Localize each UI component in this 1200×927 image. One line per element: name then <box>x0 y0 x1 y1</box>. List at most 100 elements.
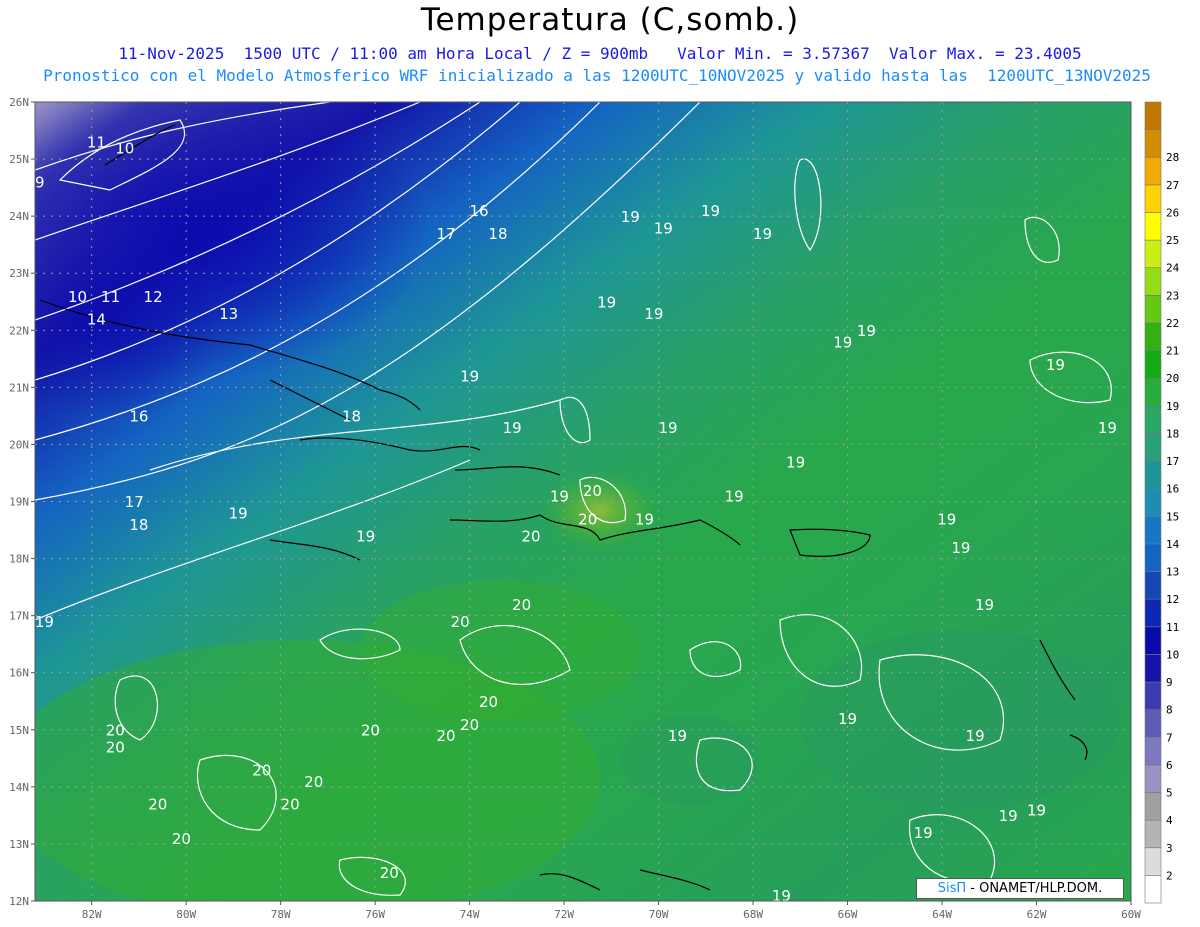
latitude-label: 15N <box>9 724 29 737</box>
color-scale-swatch <box>1144 488 1162 517</box>
color-scale-swatch <box>1144 792 1162 821</box>
color-scale-swatch <box>1144 736 1162 766</box>
color-scale-label: 21 <box>1166 345 1179 358</box>
longitude-label: 68W <box>743 908 763 921</box>
latitude-label: 16N <box>9 667 29 680</box>
isotherm-label: 19 <box>975 596 994 614</box>
isotherm-label: 12 <box>144 288 163 306</box>
color-scale-swatch <box>1144 405 1162 434</box>
longitude-label: 78W <box>271 908 291 921</box>
color-scale-swatch <box>1144 709 1162 738</box>
color-scale-label: 5 <box>1166 787 1173 800</box>
color-scale-label: 26 <box>1166 206 1179 219</box>
isotherm-label: 20 <box>252 761 271 779</box>
color-scale-swatch <box>1144 571 1162 600</box>
color-scale-label: 14 <box>1166 538 1180 551</box>
color-scale-swatch <box>1144 433 1162 462</box>
color-scale-swatch <box>1144 377 1162 407</box>
color-scale-swatch <box>1144 516 1162 545</box>
isotherm-label: 20 <box>578 510 597 528</box>
color-scale-swatch <box>1144 847 1162 876</box>
isotherm-label: 20 <box>479 693 498 711</box>
longitude-label: 64W <box>932 908 952 921</box>
isotherm-label: 20 <box>521 527 540 545</box>
isotherm-label: 19 <box>838 710 857 728</box>
color-scale-swatch <box>1144 101 1162 130</box>
color-scale-label: 12 <box>1166 593 1179 606</box>
isotherm-label: 19 <box>999 807 1018 825</box>
color-scale-label: 17 <box>1166 455 1179 468</box>
isotherm-label: 19 <box>833 333 852 351</box>
latitude-label: 14N <box>9 781 29 794</box>
isotherm-label: 19 <box>914 824 933 842</box>
isotherm-label: 19 <box>1098 419 1117 437</box>
isotherm-label: 20 <box>361 721 380 739</box>
color-scale-label: 7 <box>1166 731 1173 744</box>
longitude-label: 72W <box>554 908 574 921</box>
isotherm-label: 19 <box>725 488 744 506</box>
latitude-label: 13N <box>9 838 29 851</box>
isotherm-label: 19 <box>460 368 479 386</box>
isotherm-label: 18 <box>488 225 507 243</box>
isotherm-label: 20 <box>172 830 191 848</box>
latitude-label: 25N <box>9 153 29 166</box>
isotherm-label: 19 <box>35 613 54 631</box>
color-scale-label: 6 <box>1166 759 1173 772</box>
color-scale-label: 24 <box>1166 262 1180 275</box>
isotherm-label: 10 <box>115 139 134 157</box>
isotherm-label: 9 <box>35 174 45 192</box>
isotherm-label: 19 <box>635 510 654 528</box>
isotherm-label: 19 <box>550 488 569 506</box>
isotherm-label: 13 <box>219 305 238 323</box>
isotherm-label: 19 <box>951 539 970 557</box>
sispi-logo-text: SisΠ <box>937 881 967 896</box>
isotherm-label: 19 <box>772 887 791 905</box>
color-scale-label: 8 <box>1166 704 1173 717</box>
isotherm-label: 19 <box>654 219 673 237</box>
isotherm-label: 20 <box>106 739 125 757</box>
color-scale-swatch <box>1144 681 1162 710</box>
isotherm-label: 19 <box>597 293 616 311</box>
color-scale-swatch <box>1144 212 1162 241</box>
color-scale-swatch <box>1144 654 1162 683</box>
isotherm-label: 20 <box>512 596 531 614</box>
isotherm-label: 19 <box>857 322 876 340</box>
isotherm-label: 20 <box>148 796 167 814</box>
color-scale-label: 19 <box>1166 400 1179 413</box>
isotherm-label: 19 <box>229 505 248 523</box>
temperature-map: 9 10 11 10 11 12 13 14 16 16 17 18 18 17 18 19 19 19 19 19 1… <box>9 96 1180 921</box>
longitude-label: 62W <box>1027 908 1047 921</box>
isotherm-label: 19 <box>644 305 663 323</box>
color-scale-swatch <box>1144 184 1162 213</box>
isotherm-label: 19 <box>658 419 677 437</box>
latitude-label: 12N <box>9 895 29 908</box>
color-scale-label: 16 <box>1166 483 1179 496</box>
longitude-label: 60W <box>1121 908 1141 921</box>
color-scale-label: 2 <box>1166 869 1173 882</box>
color-scale-swatch <box>1144 626 1162 655</box>
longitude-label: 66W <box>838 908 858 921</box>
latitude-label: 18N <box>9 553 29 566</box>
color-scale-label: 23 <box>1166 289 1179 302</box>
longitude-label: 70W <box>649 908 669 921</box>
isotherm-label: 19 <box>966 727 985 745</box>
color-scale-swatch <box>1144 875 1162 904</box>
color-scale-label: 28 <box>1166 151 1179 164</box>
isotherm-label: 17 <box>125 493 144 511</box>
color-scale-swatch <box>1144 129 1162 158</box>
isotherm-label: 19 <box>701 202 720 220</box>
isotherm-label: 19 <box>786 453 805 471</box>
color-scale-label: 22 <box>1166 317 1179 330</box>
isotherm-label: 20 <box>460 716 479 734</box>
color-scale-label: 10 <box>1166 648 1179 661</box>
latitude-label: 26N <box>9 96 29 109</box>
color-scale-swatch <box>1144 322 1162 351</box>
isotherm-label: 20 <box>451 613 470 631</box>
isotherm-label: 18 <box>129 516 148 534</box>
isotherm-label: 19 <box>1027 801 1046 819</box>
isotherm-label: 19 <box>753 225 772 243</box>
isotherm-label: 18 <box>342 408 361 426</box>
isotherm-label: 20 <box>583 482 602 500</box>
isotherm-label: 19 <box>668 727 687 745</box>
color-scale-swatch <box>1144 819 1162 849</box>
